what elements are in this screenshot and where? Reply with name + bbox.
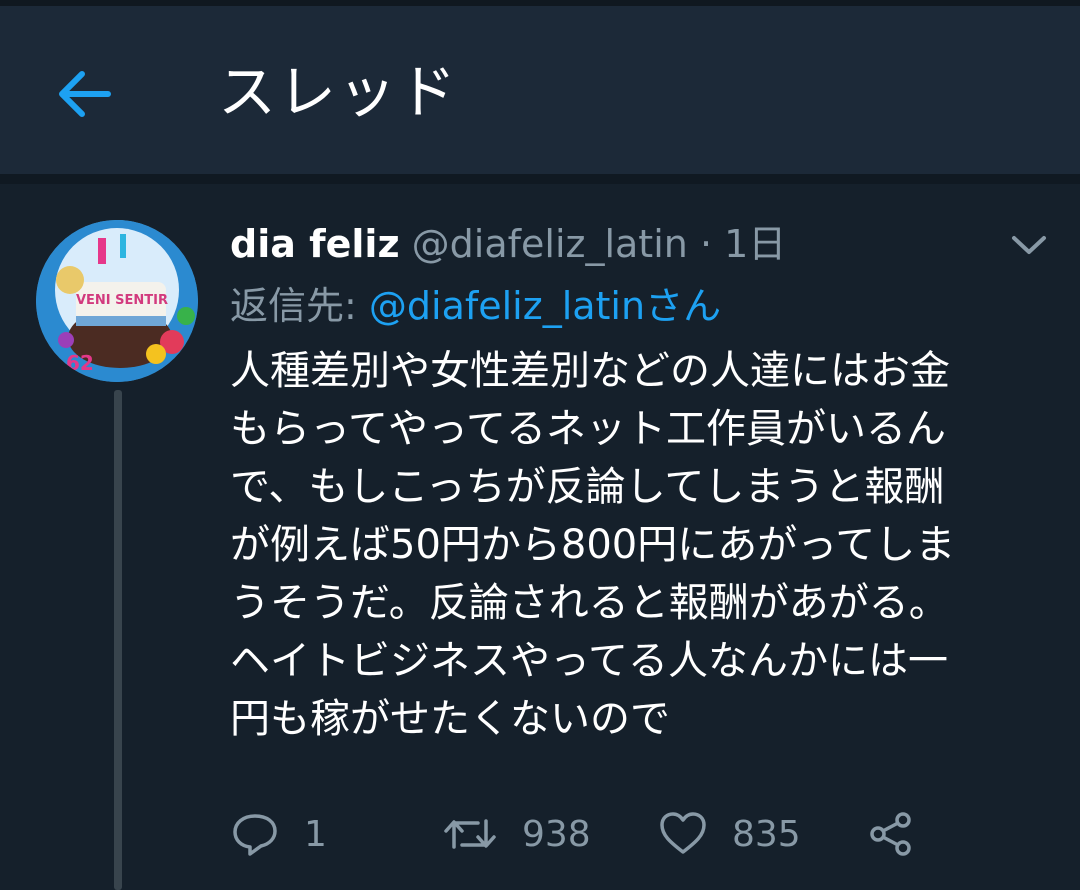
reply-to: 返信先: @diafeliz_latinさん [230,282,721,330]
app-header: スレッド [0,6,1080,174]
avatar-text: VENI SENTIR [76,293,168,308]
header-divider [0,174,1080,184]
tweet-meta: dia feliz @diafeliz_latin · 1日 [230,220,786,268]
page-title: スレッド [218,58,459,126]
reply-button[interactable]: 1 [230,802,327,866]
retweet-button[interactable]: 938 [442,802,591,866]
share-button[interactable] [866,802,916,866]
like-count: 835 [732,813,801,855]
arrow-left-icon [59,71,111,117]
author-handle[interactable]: @diafeliz_latin [412,222,688,266]
like-button[interactable]: 835 [658,802,801,866]
author-name[interactable]: dia feliz [230,222,400,266]
tweet-actions: 1 938 835 [230,802,990,866]
retweet-icon [444,819,496,849]
avatar[interactable]: VENI SENTIR 62 [36,220,198,382]
chevron-down-icon [1012,236,1046,254]
tweet-text: 人種差別や女性差別などの人達にはお金 もらってやってるネット工作員がいるん で、… [230,348,956,742]
tweet[interactable]: VENI SENTIR 62 dia feliz @diafeliz_latin… [0,184,1080,890]
avatar-badge: 62 [66,351,94,375]
heart-icon [660,812,706,854]
avatar-image: VENI SENTIR 62 [36,220,198,382]
back-button[interactable] [52,62,116,126]
thread-line [114,390,122,890]
share-icon [870,812,911,856]
more-options-button[interactable] [1006,230,1052,260]
reply-icon [233,814,277,856]
retweet-count: 938 [522,813,591,855]
reply-to-label: 返信先: [230,284,357,328]
meta-separator: · [699,222,713,266]
reply-to-mention[interactable]: @diafeliz_latinさん [369,284,721,328]
reply-count: 1 [304,813,327,855]
tweet-time[interactable]: 1日 [724,222,786,266]
